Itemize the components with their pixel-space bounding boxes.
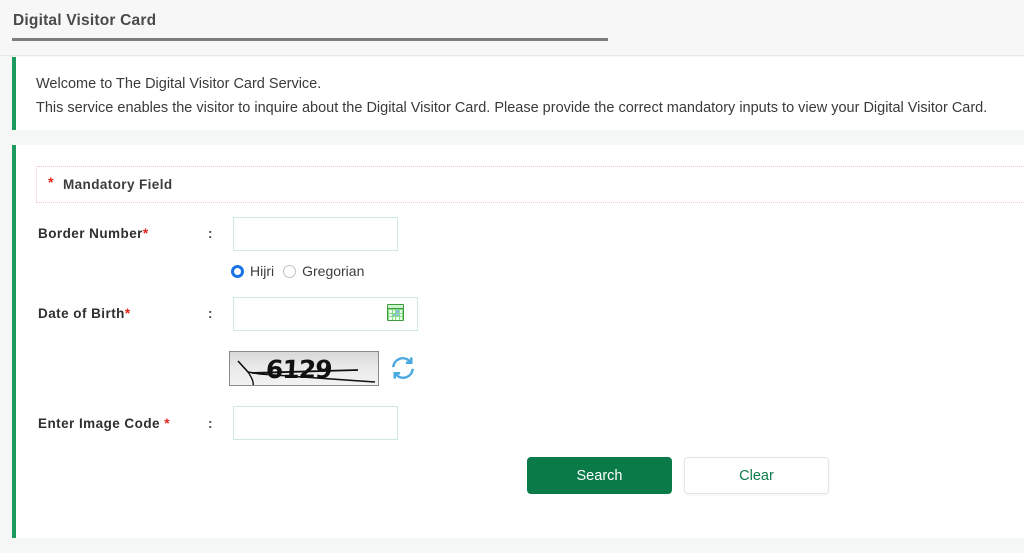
calendar-cell: [392, 313, 395, 317]
refresh-captcha-button[interactable]: [390, 355, 416, 381]
search-button[interactable]: Search: [527, 457, 672, 494]
welcome-line-1: Welcome to The Digital Visitor Card Serv…: [36, 76, 322, 92]
image-code-label: Enter Image Code *: [38, 416, 170, 431]
calendar-cell: [399, 313, 402, 317]
calendar-cell: [392, 310, 395, 313]
calendar-cell: [396, 310, 399, 313]
calendar-cell: [399, 317, 402, 320]
page-title: Digital Visitor Card: [13, 12, 157, 29]
image-code-label-text: Enter Image Code: [38, 416, 160, 431]
calendar-icon-header: [388, 305, 403, 309]
mandatory-asterisk-icon: *: [48, 174, 54, 190]
radio-option-hijri[interactable]: Hijri: [231, 263, 274, 279]
image-code-required-icon: *: [164, 416, 170, 431]
date-of-birth-label-text: Date of Birth: [38, 306, 125, 321]
calendar-cell: [392, 317, 395, 320]
radio-label-gregorian: Gregorian: [302, 263, 365, 279]
border-number-input[interactable]: [233, 217, 398, 251]
visitor-card-form: * Mandatory Field Border Number* : Date …: [12, 145, 1024, 538]
mandatory-field-note: * Mandatory Field: [36, 166, 1024, 203]
border-number-required-icon: *: [142, 226, 149, 241]
welcome-panel: Welcome to The Digital Visitor Card Serv…: [12, 57, 1024, 130]
calendar-cell: [389, 317, 392, 320]
radio-option-gregorian[interactable]: Gregorian: [283, 263, 364, 279]
border-number-label: Border Number*: [38, 226, 149, 241]
mandatory-field-label: Mandatory Field: [63, 177, 173, 192]
calendar-cell: [389, 310, 392, 313]
calendar-cell: [389, 313, 392, 317]
calendar-cell: [396, 317, 399, 320]
radio-selected-icon[interactable]: [231, 264, 244, 278]
date-of-birth-colon: :: [208, 306, 213, 321]
date-of-birth-label: Date of Birth*: [38, 306, 131, 321]
image-code-colon: :: [208, 416, 213, 431]
border-number-label-text: Border Number: [38, 226, 143, 241]
border-number-colon: :: [208, 226, 213, 241]
calendar-icon-grid: [389, 310, 402, 320]
title-underline-divider: [12, 38, 608, 41]
calendar-icon[interactable]: [387, 304, 404, 321]
captcha-noise-overlay: [237, 360, 376, 385]
page-header: Digital Visitor Card: [0, 0, 1024, 56]
calendar-cell: [396, 313, 399, 317]
clear-button[interactable]: Clear: [684, 457, 829, 494]
welcome-line-2: This service enables the visitor to inqu…: [36, 100, 988, 116]
radio-unselected-icon[interactable]: [283, 264, 297, 278]
calendar-cell: [399, 310, 402, 313]
date-of-birth-required-icon: *: [124, 306, 131, 321]
calendar-type-radio-group[interactable]: Hijri Gregorian: [231, 263, 364, 279]
image-code-input[interactable]: [233, 406, 398, 440]
captcha-image: 6129: [229, 351, 379, 386]
refresh-icon: [392, 357, 414, 379]
radio-label-hijri: Hijri: [250, 263, 275, 279]
